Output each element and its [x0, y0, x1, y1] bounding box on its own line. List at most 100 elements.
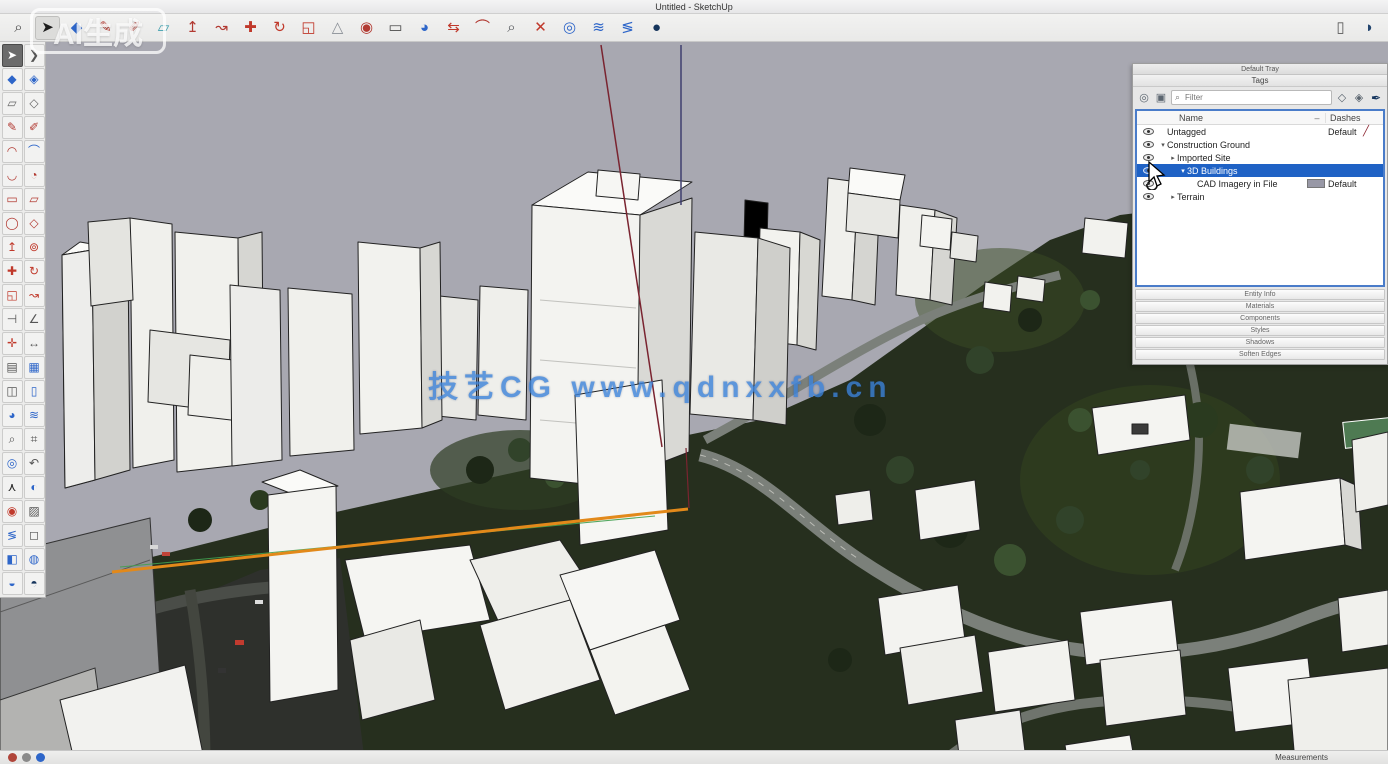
collapsed-panel-components[interactable]: Components [1135, 313, 1385, 324]
tag-filter-search[interactable]: ⌕ [1171, 90, 1332, 105]
tag-untagged[interactable]: UntaggedDefault╱ [1137, 125, 1383, 138]
collapsed-panel-materials[interactable]: Materials [1135, 301, 1385, 312]
zoom-tool[interactable]: ⌕ [2, 428, 23, 451]
axes-tool-icon[interactable]: ✕ [528, 16, 553, 40]
rotate-tool-icon[interactable]: ↻ [267, 16, 292, 40]
tape-measure-icon[interactable]: ⌒ [470, 16, 495, 40]
monochrome-view[interactable]: ◒ [2, 572, 23, 595]
rotated-rectangle-tool[interactable]: ▱ [24, 188, 45, 211]
orbit-tool-icon[interactable]: ◕ [412, 16, 437, 40]
collapsed-panel-shadows[interactable]: Shadows [1135, 337, 1385, 348]
column-dashes[interactable]: Dashes [1325, 113, 1383, 123]
paint-bucket-icon[interactable]: ◆ [64, 16, 89, 40]
sign-in-icon[interactable]: ◗ [1357, 16, 1382, 40]
soften-edges-tool[interactable]: ◇ [24, 92, 45, 115]
panel-icon[interactable]: ▯ [1328, 16, 1353, 40]
add-tag-icon[interactable]: ◎ [1137, 91, 1151, 105]
visibility-eye-icon[interactable] [1143, 154, 1154, 161]
expander-icon[interactable]: ▸ [1169, 193, 1177, 201]
sort-indicator[interactable]: – [1309, 113, 1325, 123]
warning-icon[interactable]: △ [325, 16, 350, 40]
text-tool[interactable]: ▤ [2, 356, 23, 379]
protractor-tool[interactable]: ∠ [24, 308, 45, 331]
tape-measure-tool[interactable]: ⊣ [2, 308, 23, 331]
shaded-textures-view[interactable]: ◍ [24, 548, 45, 571]
tag-color-swatch[interactable] [1307, 179, 1325, 188]
zoom-tool-icon[interactable]: ⌕ [6, 16, 31, 40]
visibility-eye-icon[interactable] [1143, 128, 1154, 135]
rotate-tool[interactable]: ↻ [24, 260, 45, 283]
tag-label[interactable]: Terrain [1177, 192, 1328, 202]
sample-paint-tool[interactable]: ◈ [24, 68, 45, 91]
visibility-eye-icon[interactable] [1143, 180, 1154, 187]
add-tag-folder-icon[interactable]: ▣ [1154, 91, 1168, 105]
collapsed-panel-styles[interactable]: Styles [1135, 325, 1385, 336]
three-point-arc-tool[interactable]: ◡ [2, 164, 23, 187]
x-ray-view[interactable]: ▨ [24, 500, 45, 523]
position-camera-icon[interactable]: ◉ [354, 16, 379, 40]
visibility-eye-icon[interactable] [1143, 193, 1154, 200]
tray-title[interactable]: Default Tray [1133, 64, 1387, 75]
offset-tool-icon[interactable]: ⇆ [441, 16, 466, 40]
select-tool[interactable]: ➤ [2, 44, 23, 67]
tags-panel-title[interactable]: Tags [1133, 75, 1387, 87]
axes-tool[interactable]: ✛ [2, 332, 23, 355]
rectangle-tool[interactable]: ▭ [2, 188, 23, 211]
two-point-arc-tool[interactable]: ⌒ [24, 140, 45, 163]
zoom-extents-icon[interactable]: ◎ [557, 16, 582, 40]
eraser-tool[interactable]: ▱ [2, 92, 23, 115]
tag-3d-buildings[interactable]: ▾3D Buildings [1137, 164, 1383, 177]
rectangle-tool-icon[interactable]: ▱ [151, 16, 176, 40]
previous-view-tool[interactable]: ↶ [24, 452, 45, 475]
label-tool-icon[interactable]: ▭ [383, 16, 408, 40]
back-edges-view[interactable]: ◓ [24, 572, 45, 595]
geolocation-icon[interactable] [8, 753, 17, 762]
walk-tool[interactable]: ⋏ [2, 476, 23, 499]
purge-tags-icon[interactable]: ◇ [1335, 91, 1349, 105]
column-name[interactable]: Name [1179, 113, 1309, 123]
wireframe-view[interactable]: ≶ [2, 524, 23, 547]
move-tool-icon[interactable]: ✚ [238, 16, 263, 40]
color-by-tag-icon[interactable]: ◈ [1352, 91, 1366, 105]
tag-folder-construction-ground[interactable]: ▾Construction Ground [1137, 138, 1383, 151]
zoom-extents-tool[interactable]: ◎ [2, 452, 23, 475]
hidden-line-view[interactable]: ◻ [24, 524, 45, 547]
tag-label[interactable]: Construction Ground [1167, 140, 1328, 150]
follow-me-icon[interactable]: ↝ [209, 16, 234, 40]
layers-view-icon[interactable]: ≶ [615, 16, 640, 40]
shaded-view[interactable]: ◧ [2, 548, 23, 571]
section-plane-tool[interactable]: ◫ [2, 380, 23, 403]
push-pull-icon[interactable]: ↥ [180, 16, 205, 40]
dash-style-icon[interactable]: ╱ [1363, 128, 1375, 135]
expander-icon[interactable]: ▾ [1159, 141, 1167, 149]
model-info-icon[interactable] [36, 753, 45, 762]
follow-me-tool[interactable]: ↝ [24, 284, 45, 307]
circle-tool[interactable]: ◯ [2, 212, 23, 235]
tag-label[interactable]: Imported Site [1177, 153, 1328, 163]
palette-collapse[interactable]: ❯ [24, 44, 45, 67]
visibility-eye-icon[interactable] [1143, 167, 1154, 174]
paint-bucket-tool[interactable]: ◆ [2, 68, 23, 91]
position-camera-tool[interactable]: ◉ [2, 500, 23, 523]
expander-icon[interactable]: ▸ [1169, 154, 1177, 162]
scale-tool-icon[interactable]: ◱ [296, 16, 321, 40]
look-around-tool[interactable]: ◐ [24, 476, 45, 499]
line-tool[interactable]: ✎ [2, 116, 23, 139]
tag-label[interactable]: Untagged [1167, 127, 1328, 137]
arc-tool[interactable]: ◠ [2, 140, 23, 163]
orbit-tool[interactable]: ◕ [2, 404, 23, 427]
pie-tool[interactable]: ◔ [24, 164, 45, 187]
move-tool[interactable]: ✚ [2, 260, 23, 283]
select-tool-icon[interactable]: ➤ [35, 16, 60, 40]
tag-folder-terrain[interactable]: ▸Terrain [1137, 190, 1383, 203]
zoom-window-tool[interactable]: ⌗ [24, 428, 45, 451]
zoom-window-icon[interactable]: ⌕ [499, 16, 524, 40]
tag-cad-imagery[interactable]: CAD Imagery in File Default [1137, 177, 1383, 190]
3d-text-tool[interactable]: ▦ [24, 356, 45, 379]
dashes-value[interactable]: Default [1328, 179, 1383, 189]
tag-label[interactable]: 3D Buildings [1187, 166, 1328, 176]
polygon-tool[interactable]: ◇ [24, 212, 45, 235]
help-icon[interactable] [22, 753, 31, 762]
expander-icon[interactable]: ▾ [1179, 167, 1187, 175]
tag-label[interactable]: CAD Imagery in File [1197, 179, 1307, 189]
